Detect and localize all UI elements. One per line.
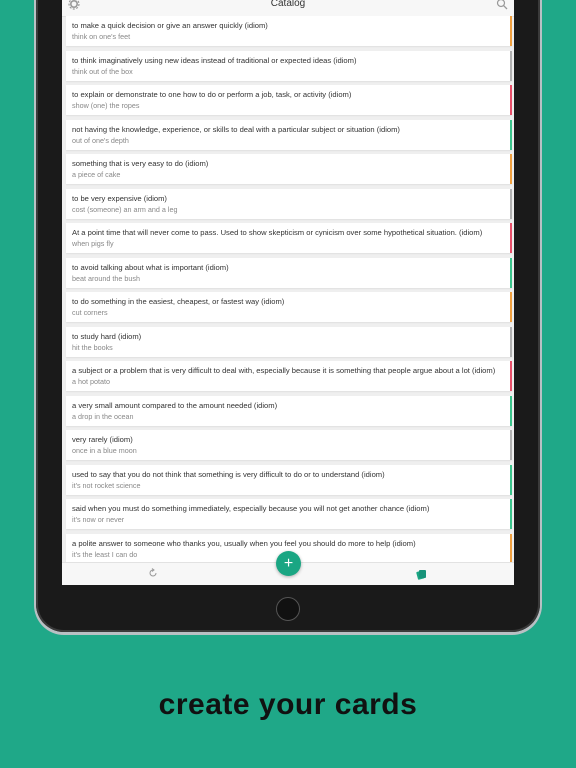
card-color-tag — [510, 50, 512, 81]
list-item[interactable]: not having the knowledge, experience, or… — [66, 119, 512, 150]
list-item[interactable]: to avoid talking about what is important… — [66, 257, 512, 288]
home-button[interactable] — [276, 597, 300, 621]
list-item[interactable]: to do something in the easiest, cheapest… — [66, 292, 512, 322]
card-term: hit the books — [72, 342, 113, 352]
card-definition: At a point time that will never come to … — [72, 228, 483, 237]
card-color-tag — [510, 223, 512, 253]
card-term: when pigs fly — [72, 239, 114, 248]
app-screen: Catalog to make a quick decision or give… — [62, 0, 514, 585]
card-term: think out of the box — [72, 66, 133, 76]
search-icon[interactable] — [496, 0, 508, 10]
card-term: cost (someone) an arm and a leg — [72, 204, 178, 214]
card-definition: a very small amount compared to the amou… — [72, 400, 278, 410]
card-definition: to study hard (idiom) — [72, 331, 142, 341]
list-item[interactable]: to be very expensive (idiom) cost (someon… — [66, 188, 512, 219]
list-item[interactable]: very rarely (idiom) once in a blue moon — [66, 430, 512, 460]
card-term: a piece of cake — [72, 170, 121, 179]
card-definition: a polite answer to someone who thanks yo… — [72, 538, 416, 548]
card-color-tag — [510, 85, 512, 115]
page-title: Catalog — [270, 0, 306, 9]
card-color-tag — [510, 395, 512, 426]
list-item[interactable]: said when you must do something immediat… — [66, 499, 512, 529]
card-color-tag — [510, 154, 512, 184]
card-color-tag — [510, 464, 512, 495]
card-definition: very rarely (idiom) — [72, 435, 133, 444]
refresh-icon[interactable] — [148, 568, 158, 578]
card-term: it's now or never — [72, 515, 125, 524]
card-color-tag — [510, 430, 512, 460]
card-definition: something that is very easy to do (idiom… — [72, 159, 209, 168]
card-color-tag — [510, 326, 512, 357]
list-item[interactable]: to make a quick decision or give an answ… — [66, 16, 512, 46]
card-term: a hot potato — [72, 377, 110, 386]
card-color-tag — [510, 361, 512, 391]
card-term: it's the least I can do — [72, 549, 138, 559]
card-definition: said when you must do something immediat… — [72, 504, 430, 513]
card-color-tag — [510, 188, 512, 219]
card-term: out of one's depth — [72, 135, 129, 145]
card-list: to make a quick decision or give an answ… — [66, 16, 512, 568]
list-item[interactable]: At a point time that will never come to … — [66, 223, 512, 253]
list-item[interactable]: to think imaginatively using new ideas i… — [66, 50, 512, 81]
card-definition: to do something in the easiest, cheapest… — [72, 297, 285, 306]
card-term: beat around the bush — [72, 273, 140, 283]
card-term: think on one's feet — [72, 32, 131, 41]
card-term: it's not rocket science — [72, 480, 141, 490]
card-color-tag — [510, 292, 512, 322]
card-color-tag — [510, 16, 512, 46]
card-definition: to avoid talking about what is important… — [72, 262, 229, 272]
list-item[interactable]: something that is very easy to do (idiom… — [66, 154, 512, 184]
list-item[interactable]: a subject or a problem that is very diff… — [66, 361, 512, 391]
card-definition: a subject or a problem that is very diff… — [72, 366, 496, 375]
card-term: cut corners — [72, 308, 108, 317]
card-definition: used to say that you do not think that s… — [72, 469, 385, 479]
list-item[interactable]: to study hard (idiom) hit the books — [66, 326, 512, 357]
card-definition: to explain or demonstrate to one how to … — [72, 90, 352, 99]
card-color-tag — [510, 533, 512, 564]
card-term: show (one) the ropes — [72, 101, 140, 110]
tagline: create your cards — [158, 688, 418, 721]
list-item[interactable]: to explain or demonstrate to one how to … — [66, 85, 512, 115]
card-color-tag — [510, 499, 512, 529]
list-item[interactable]: a very small amount compared to the amou… — [66, 395, 512, 426]
card-definition: not having the knowledge, experience, or… — [72, 124, 400, 134]
card-definition: to think imaginatively using new ideas i… — [72, 55, 357, 65]
card-color-tag — [510, 257, 512, 288]
cards-icon[interactable] — [415, 568, 427, 580]
card-term: a drop in the ocean — [72, 411, 134, 421]
card-definition: to be very expensive (idiom) — [72, 193, 167, 203]
navigation-bar: Catalog — [62, 0, 514, 17]
list-item[interactable]: used to say that you do not think that s… — [66, 464, 512, 495]
card-term: once in a blue moon — [72, 446, 137, 455]
add-card-button[interactable]: + — [276, 551, 301, 576]
card-color-tag — [510, 119, 512, 150]
card-definition: to make a quick decision or give an answ… — [72, 21, 268, 30]
